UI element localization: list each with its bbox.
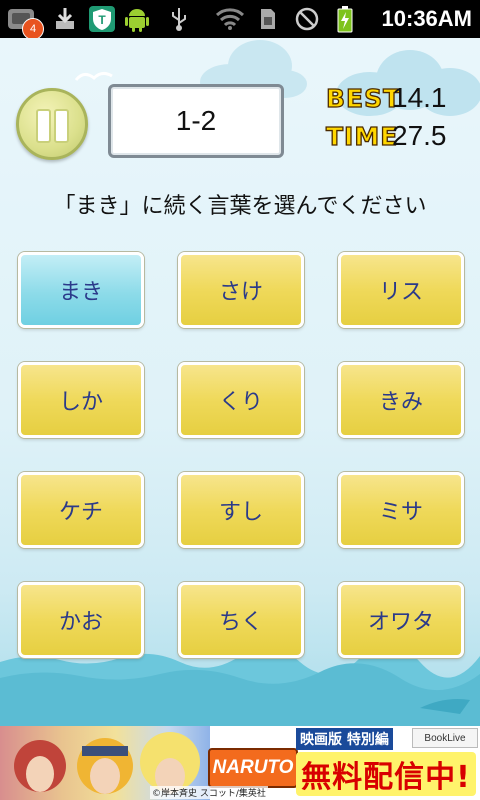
notification-count-badge: 4 (22, 18, 44, 40)
ad-logo: NARUTO (208, 748, 298, 788)
seagull-icon (74, 71, 113, 81)
svg-text:T: T (98, 13, 106, 27)
answer-button[interactable]: さけ (178, 252, 304, 328)
answer-button[interactable]: オワタ (338, 582, 464, 658)
ad-banner[interactable]: NARUTO 映画版 特別編 BookLive 無料配信中! ©岸本斉史 スコッ… (0, 726, 480, 800)
answer-button[interactable]: すし (178, 472, 304, 548)
status-bar: 4 T 10:36AM (0, 0, 480, 40)
answer-button[interactable]: ミサ (338, 472, 464, 548)
sd-card-icon (256, 4, 280, 34)
sea-decoration (0, 648, 480, 726)
clock: 10:36AM (381, 6, 472, 31)
answer-button[interactable]: ケチ (18, 472, 144, 548)
battery-charging-icon (334, 4, 356, 34)
answer-button[interactable]: きみ (338, 362, 464, 438)
time-value: 27.5 (392, 120, 447, 151)
best-value: 14.1 (392, 82, 447, 113)
answer-button[interactable]: ちく (178, 582, 304, 658)
pause-icon (54, 109, 69, 143)
ad-headline: 無料配信中! (296, 752, 476, 796)
pause-button[interactable] (16, 88, 88, 160)
ad-sub-label: 映画版 特別編 (296, 728, 393, 750)
game-area: 1-2 BEST 14.1 TIME 27.5 「まき」に続く言葉を選んでくださ… (0, 38, 480, 726)
wifi-icon (214, 4, 246, 34)
best-label: BEST (325, 83, 402, 113)
download-icon (52, 4, 78, 34)
answer-button[interactable]: かお (18, 582, 144, 658)
time-label: TIME (325, 121, 399, 151)
answer-button[interactable]: くり (178, 362, 304, 438)
ad-copyright: ©岸本斉史 スコット/集英社 (150, 786, 268, 799)
question-prompt: 「まき」に続く言葉を選んでください (53, 194, 427, 219)
ad-store-logo: BookLive (412, 728, 478, 748)
answer-button[interactable]: まき (18, 252, 144, 328)
usb-icon (168, 4, 190, 34)
stage-indicator: 1-2 (108, 84, 284, 158)
android-icon (122, 4, 152, 34)
shield-app-icon: T (86, 4, 118, 34)
answer-button[interactable]: リス (338, 252, 464, 328)
pause-icon (36, 109, 51, 143)
no-signal-icon (292, 4, 322, 34)
answer-button[interactable]: しか (18, 362, 144, 438)
